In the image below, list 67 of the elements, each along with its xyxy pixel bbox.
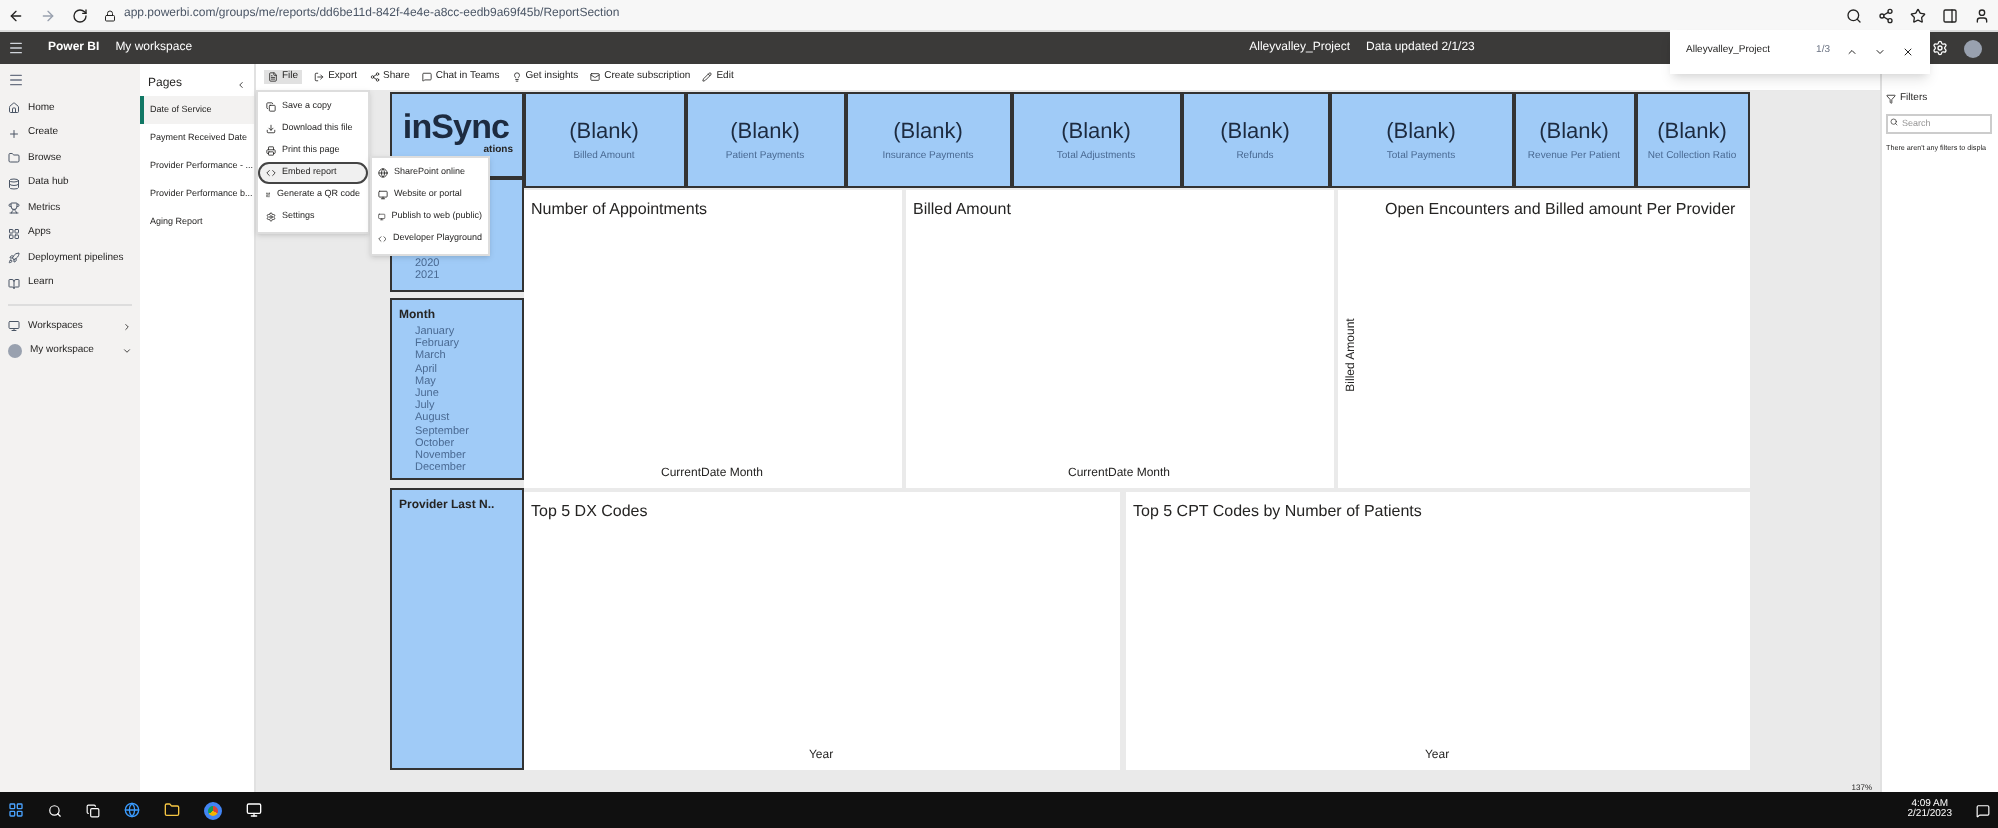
nav-icon	[8, 152, 20, 165]
lock-icon	[104, 9, 116, 21]
reload-icon[interactable]	[72, 7, 88, 23]
share-icon[interactable]	[1878, 7, 1894, 23]
settings-icon[interactable]	[1932, 40, 1948, 56]
nav-icon	[8, 127, 20, 140]
code-icon	[266, 168, 276, 178]
chat-icon	[421, 72, 432, 82]
menu-icon[interactable]	[8, 40, 24, 56]
chevron-icon	[122, 321, 132, 332]
download-icon	[266, 124, 276, 134]
kpi-value: (Blank)	[1539, 118, 1609, 148]
export-icon	[314, 72, 325, 82]
search-icon[interactable]	[1846, 7, 1862, 23]
nav-icon	[8, 202, 20, 215]
nav-icon	[8, 252, 20, 265]
previous-icon[interactable]	[1846, 46, 1858, 58]
chrome-icon[interactable]	[204, 801, 222, 819]
lightbulb-icon	[511, 72, 522, 82]
back-icon[interactable]	[8, 7, 24, 23]
notifications-icon[interactable]	[1976, 803, 1990, 817]
logo: inSync	[402, 110, 510, 145]
browser-icon[interactable]	[124, 802, 140, 818]
pencil-icon	[702, 72, 713, 82]
star-icon[interactable]	[1910, 7, 1926, 23]
close-icon[interactable]	[1902, 46, 1914, 58]
collapse-icon[interactable]	[236, 79, 246, 89]
profile-icon[interactable]	[1974, 7, 1990, 23]
nav-icon	[8, 102, 20, 115]
task-view-icon[interactable]	[86, 803, 100, 817]
mail-icon	[590, 72, 601, 82]
workspaces-icon	[8, 320, 20, 333]
chart-title: Number of Appointments	[529, 198, 710, 222]
monitor-icon	[378, 212, 386, 222]
kpi-value: (Blank)	[569, 118, 639, 148]
filter-icon	[1886, 94, 1896, 105]
kpi-value: (Blank)	[1657, 118, 1727, 148]
side-panel-icon[interactable]	[1942, 7, 1958, 23]
code-icon	[378, 234, 387, 244]
copy-icon	[266, 102, 276, 112]
collapse-icon[interactable]	[8, 72, 24, 88]
settings-icon	[266, 212, 276, 222]
share-icon	[369, 72, 380, 82]
globe-icon	[378, 168, 388, 178]
chart-title: Top 5 CPT Codes by Number of Patients	[1131, 500, 1424, 524]
kpi-value: (Blank)	[1386, 118, 1456, 148]
search-icon	[1890, 118, 1898, 126]
nav-icon	[8, 277, 20, 290]
document-icon	[268, 72, 278, 82]
terminal-icon[interactable]	[246, 802, 262, 818]
chevron-icon	[122, 346, 132, 357]
kpi-value: (Blank)	[1220, 118, 1290, 148]
printer-icon	[266, 146, 276, 156]
kpi-value: (Blank)	[730, 118, 800, 148]
nav-icon	[8, 177, 20, 190]
folder-icon[interactable]	[164, 802, 180, 818]
kpi-value: (Blank)	[893, 118, 963, 148]
monitor-icon	[378, 190, 388, 200]
next-icon[interactable]	[1874, 46, 1886, 58]
chart-title: Top 5 DX Codes	[529, 500, 650, 524]
chart-title: Billed Amount	[911, 198, 1013, 222]
avatar[interactable]	[1964, 39, 1982, 57]
chart-title: Open Encounters and Billed amount Per Provider	[1383, 198, 1738, 222]
workspace-avatar	[8, 344, 22, 359]
kpi-value: (Blank)	[1061, 118, 1131, 148]
nav-icon	[8, 227, 20, 240]
start-icon[interactable]	[8, 802, 24, 818]
